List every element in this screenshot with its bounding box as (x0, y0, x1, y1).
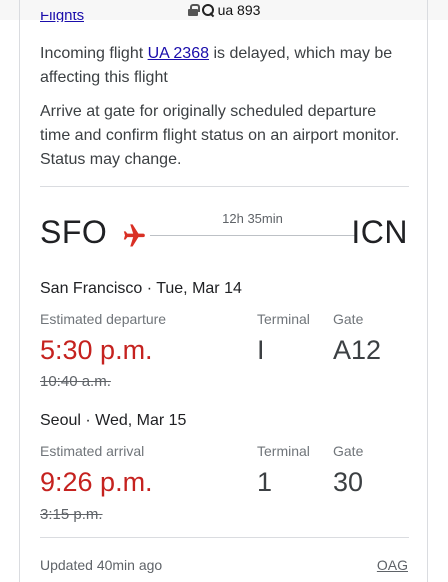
arrival-terminal-label: Terminal (257, 443, 310, 459)
departure-time-label: Estimated departure (40, 311, 167, 327)
departure-city-date: San Francisco · Tue, Mar 14 (40, 280, 242, 297)
updated-timestamp: Updated 40min ago (40, 557, 163, 573)
origin-code: SFO (40, 214, 108, 250)
arrival-terminal: 1 (257, 467, 273, 497)
departure-scheduled-time: 10:40 a.m. (40, 373, 111, 390)
destination-code: ICN (351, 214, 408, 250)
departure-time: 5:30 p.m. (40, 335, 153, 365)
delay-notice-prefix: Incoming flight (40, 45, 148, 62)
status-advisory: Arrive at gate for originally scheduled … (40, 103, 400, 168)
divider (40, 537, 409, 538)
flights-link[interactable]: Flights (40, 12, 84, 22)
source-link[interactable]: OAG (377, 557, 408, 573)
departure-gate-label: Gate (333, 311, 364, 327)
arrival-city-date: Seoul · Wed, Mar 15 (40, 412, 187, 429)
arrival-time-label: Estimated arrival (40, 443, 145, 459)
flight-duration: 12h 35min (222, 211, 283, 226)
arrival-gate-label: Gate (333, 443, 364, 459)
arrival-scheduled-time: 3:15 p.m. (40, 506, 103, 523)
arrival-time: 9:26 p.m. (40, 467, 153, 497)
flight-status-card: Flights Incoming flight UA 2368 is delay… (19, 0, 428, 582)
incoming-flight-link[interactable]: UA 2368 (148, 45, 209, 62)
departure-terminal-label: Terminal (257, 311, 310, 327)
route-line (150, 235, 355, 236)
departure-terminal: I (257, 335, 265, 365)
airplane-icon (123, 224, 145, 247)
arrival-gate: 30 (333, 467, 364, 497)
delay-notice: Incoming flight UA 2368 is delayed, whic… (40, 42, 405, 90)
departure-gate: A12 (333, 335, 382, 365)
divider (40, 186, 409, 187)
